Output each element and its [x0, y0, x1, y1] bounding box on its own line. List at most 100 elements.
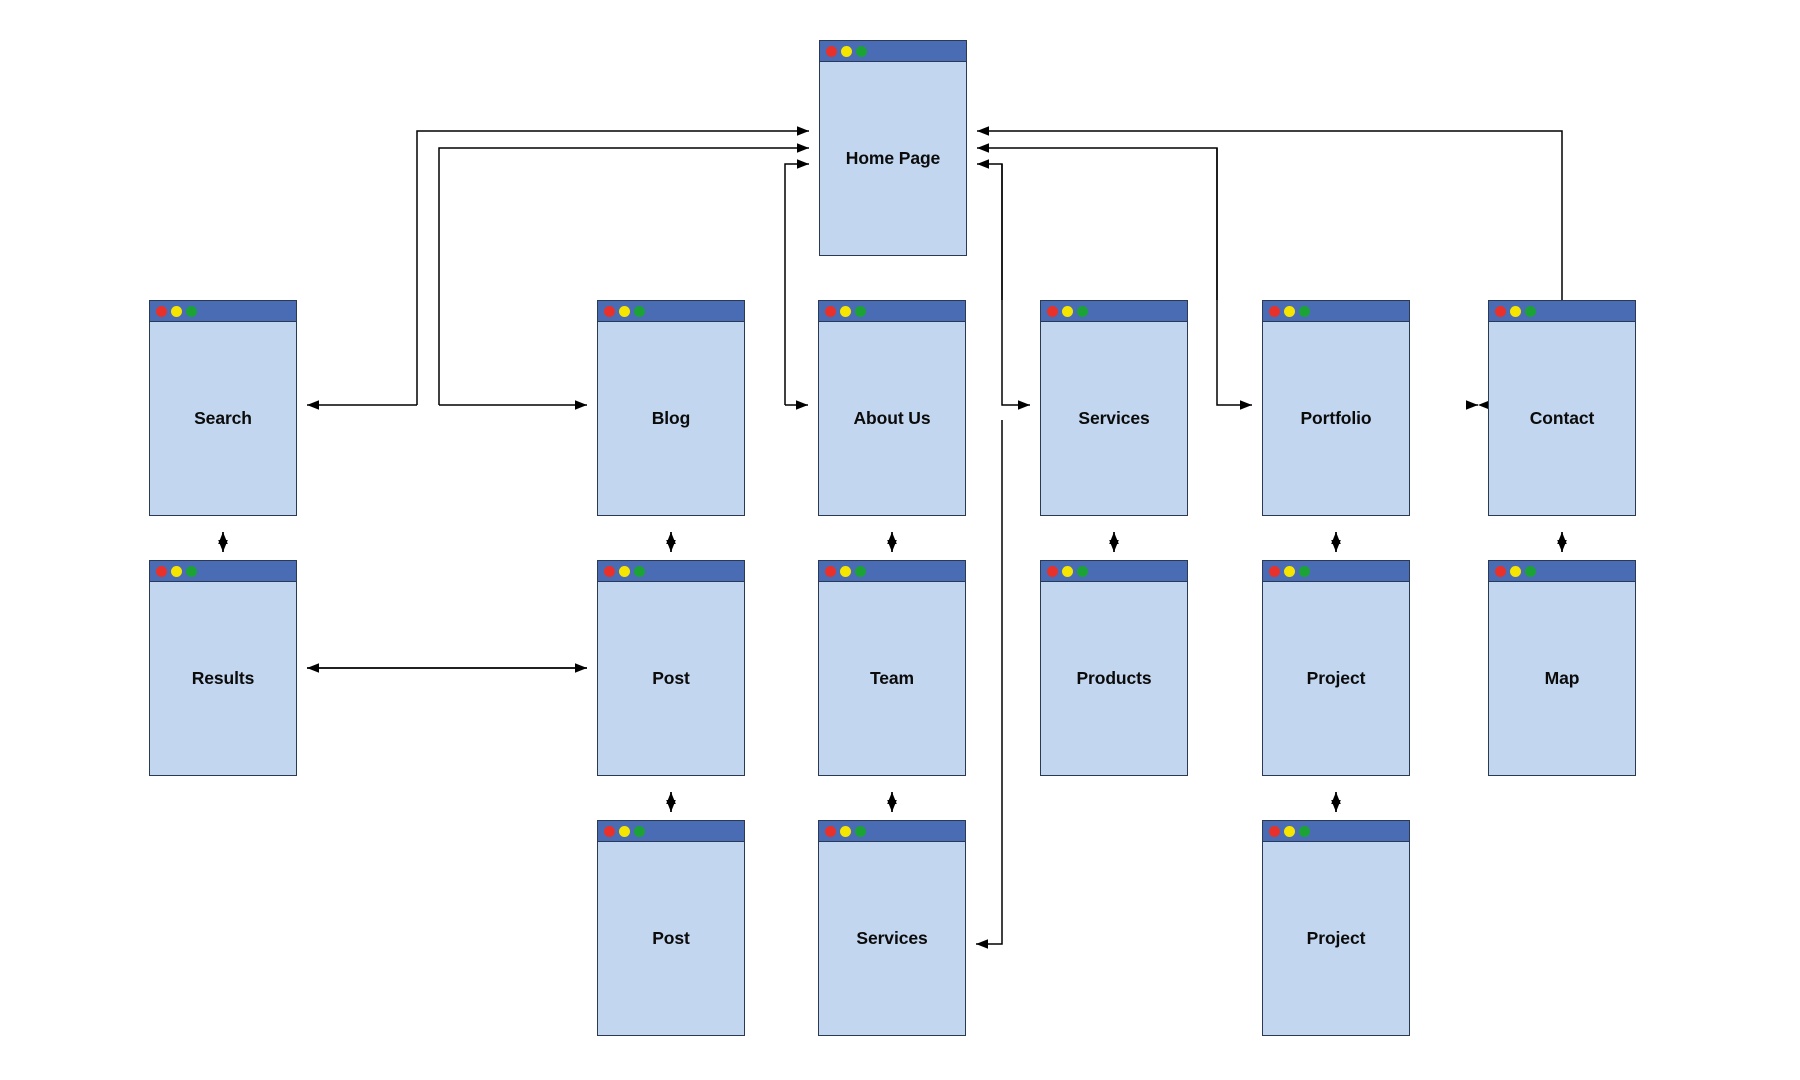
minimize-icon[interactable] — [840, 305, 851, 317]
minimize-icon[interactable] — [619, 825, 630, 837]
close-icon[interactable] — [1047, 305, 1058, 317]
maximize-icon[interactable] — [634, 305, 645, 317]
minimize-icon[interactable] — [619, 305, 630, 317]
node-label: About Us — [853, 407, 931, 428]
minimize-icon[interactable] — [1062, 305, 1073, 317]
maximize-icon[interactable] — [1299, 305, 1310, 317]
close-icon[interactable] — [604, 565, 615, 577]
node-body: Project — [1263, 582, 1409, 775]
node-post-detail[interactable]: Post — [597, 820, 745, 1036]
node-body: Services — [819, 842, 965, 1035]
node-team[interactable]: Team — [818, 560, 966, 776]
maximize-icon[interactable] — [1525, 565, 1536, 577]
node-label: Map — [1544, 667, 1580, 688]
maximize-icon[interactable] — [1077, 305, 1088, 317]
minimize-icon[interactable] — [1284, 305, 1295, 317]
node-label: Services — [1078, 407, 1150, 428]
node-search[interactable]: Search — [149, 300, 297, 516]
minimize-icon[interactable] — [171, 305, 182, 317]
node-body: Products — [1041, 582, 1187, 775]
close-icon[interactable] — [156, 305, 167, 317]
maximize-icon[interactable] — [1299, 825, 1310, 837]
maximize-icon[interactable] — [634, 565, 645, 577]
maximize-icon[interactable] — [1525, 305, 1536, 317]
close-icon[interactable] — [1495, 305, 1506, 317]
node-body: Map — [1489, 582, 1635, 775]
maximize-icon[interactable] — [634, 825, 645, 837]
close-icon[interactable] — [825, 825, 836, 837]
close-icon[interactable] — [825, 305, 836, 317]
maximize-icon[interactable] — [1077, 565, 1088, 577]
node-body: Post — [598, 842, 744, 1035]
node-body: Results — [150, 582, 296, 775]
minimize-icon[interactable] — [1284, 825, 1295, 837]
window-titlebar — [1489, 561, 1635, 582]
window-titlebar — [819, 821, 965, 842]
maximize-icon[interactable] — [186, 305, 197, 317]
close-icon[interactable] — [604, 825, 615, 837]
minimize-icon[interactable] — [1510, 305, 1521, 317]
window-titlebar — [819, 301, 965, 322]
node-label: Project — [1306, 927, 1366, 948]
node-services-detail[interactable]: Services — [818, 820, 966, 1036]
close-icon[interactable] — [825, 565, 836, 577]
minimize-icon[interactable] — [840, 565, 851, 577]
node-body: Home Page — [820, 62, 966, 255]
node-map[interactable]: Map — [1488, 560, 1636, 776]
close-icon[interactable] — [1495, 565, 1506, 577]
connector-home-to-portfolio — [1216, 148, 1252, 410]
window-titlebar — [1041, 561, 1187, 582]
close-icon[interactable] — [156, 565, 167, 577]
node-services[interactable]: Services — [1040, 300, 1188, 516]
node-label: Services — [856, 927, 928, 948]
minimize-icon[interactable] — [171, 565, 182, 577]
minimize-icon[interactable] — [1062, 565, 1073, 577]
node-project-detail[interactable]: Project — [1262, 820, 1410, 1036]
node-results[interactable]: Results — [149, 560, 297, 776]
close-icon[interactable] — [1269, 305, 1280, 317]
window-titlebar — [1489, 301, 1635, 322]
minimize-icon[interactable] — [1284, 565, 1295, 577]
maximize-icon[interactable] — [855, 305, 866, 317]
maximize-icon[interactable] — [855, 565, 866, 577]
window-titlebar — [598, 821, 744, 842]
node-body: Post — [598, 582, 744, 775]
maximize-icon[interactable] — [1299, 565, 1310, 577]
maximize-icon[interactable] — [855, 825, 866, 837]
node-body: Blog — [598, 322, 744, 515]
window-titlebar — [1263, 821, 1409, 842]
node-products[interactable]: Products — [1040, 560, 1188, 776]
node-project[interactable]: Project — [1262, 560, 1410, 776]
minimize-icon[interactable] — [1510, 565, 1521, 577]
node-post[interactable]: Post — [597, 560, 745, 776]
window-titlebar — [598, 301, 744, 322]
window-titlebar — [150, 301, 296, 322]
window-titlebar — [820, 41, 966, 62]
node-label: Search — [194, 407, 252, 428]
close-icon[interactable] — [1269, 825, 1280, 837]
maximize-icon[interactable] — [186, 565, 197, 577]
minimize-icon[interactable] — [619, 565, 630, 577]
node-home[interactable]: Home Page — [819, 40, 967, 256]
close-icon[interactable] — [1047, 565, 1058, 577]
close-icon[interactable] — [826, 45, 837, 57]
window-titlebar — [598, 561, 744, 582]
close-icon[interactable] — [604, 305, 615, 317]
window-titlebar — [1263, 301, 1409, 322]
close-icon[interactable] — [1269, 565, 1280, 577]
node-body: Contact — [1489, 322, 1635, 515]
window-titlebar — [1041, 301, 1187, 322]
node-label: Home Page — [845, 147, 941, 168]
node-contact[interactable]: Contact — [1488, 300, 1636, 516]
minimize-icon[interactable] — [841, 45, 852, 57]
node-blog[interactable]: Blog — [597, 300, 745, 516]
node-about-us[interactable]: About Us — [818, 300, 966, 516]
node-portfolio[interactable]: Portfolio — [1262, 300, 1410, 516]
maximize-icon[interactable] — [856, 45, 867, 57]
node-label: Portfolio — [1300, 407, 1372, 428]
sitemap-canvas: Home Page Search Blog About Us Services … — [0, 0, 1800, 1080]
connector-home-to-services2 — [976, 430, 1003, 949]
minimize-icon[interactable] — [840, 825, 851, 837]
connector-home-contact — [977, 126, 1563, 300]
node-body: Project — [1263, 842, 1409, 1035]
